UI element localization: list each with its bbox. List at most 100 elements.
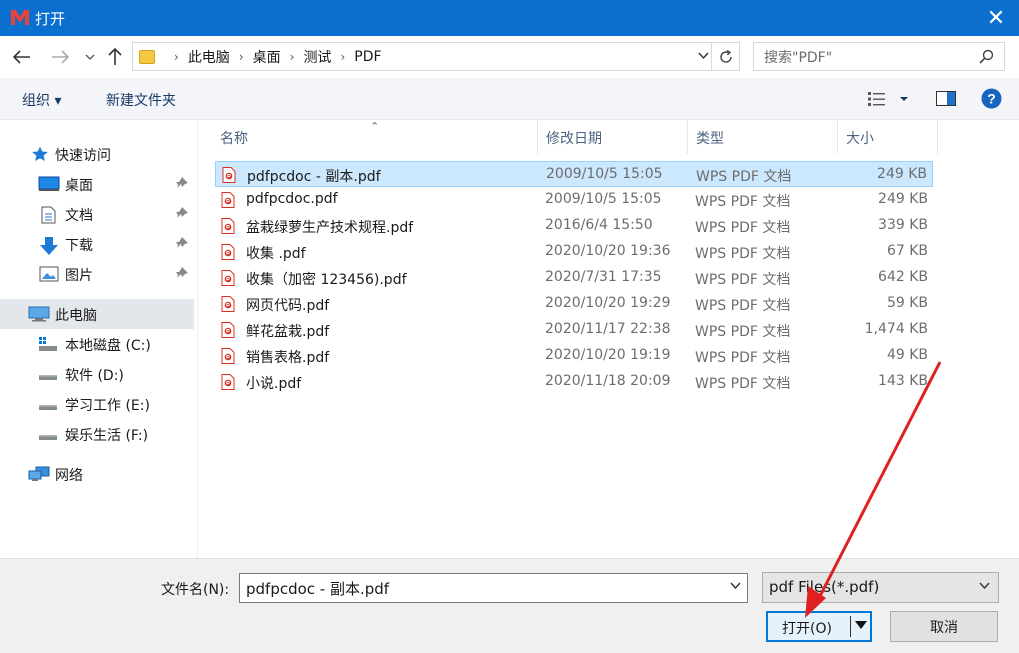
table-row[interactable]: 小说.pdf 2020/11/18 20:09 WPS PDF 文档 143 K… (215, 369, 933, 395)
sidebar-item-drive-e[interactable]: 学习工作 (E:) (0, 389, 194, 419)
recent-locations-button[interactable] (78, 44, 102, 70)
refresh-icon (719, 49, 732, 63)
pdf-file-icon (221, 244, 235, 260)
new-folder-button[interactable]: 新建文件夹 (106, 90, 176, 110)
table-row[interactable]: pdfpcdoc - 副本.pdf 2009/10/5 15:05 WPS PD… (215, 161, 933, 187)
pin-icon[interactable] (175, 206, 189, 220)
chevron-down-icon[interactable] (730, 578, 741, 593)
file-date: 2009/10/5 15:05 (545, 191, 662, 207)
file-date: 2009/10/5 15:05 (546, 166, 663, 182)
command-toolbar: 组织 ▾ 新建文件夹 ? (0, 78, 1019, 120)
help-icon: ? (981, 88, 1002, 109)
table-row[interactable]: 鲜花盆栽.pdf 2020/11/17 22:38 WPS PDF 文档 1,4… (215, 317, 933, 343)
column-divider[interactable] (937, 120, 938, 154)
sidebar-item-label: 下载 (65, 238, 93, 254)
table-row[interactable]: 收集（加密 123456).pdf 2020/7/31 17:35 WPS PD… (215, 265, 933, 291)
breadcrumb-separator-icon: › (174, 49, 179, 64)
sidebar-item-desktop[interactable]: 桌面 (0, 169, 194, 199)
file-size: 249 KB (878, 191, 928, 207)
breadcrumb-desktop[interactable]: 桌面 (253, 47, 281, 67)
file-type: WPS PDF 文档 (695, 298, 791, 314)
file-date: 2020/10/20 19:19 (545, 347, 671, 363)
open-options-dropdown-icon[interactable] (855, 618, 867, 632)
table-row[interactable]: 网页代码.pdf 2020/10/20 19:29 WPS PDF 文档 59 … (215, 291, 933, 317)
file-size: 642 KB (878, 269, 928, 285)
organize-button[interactable]: 组织 ▾ (22, 90, 61, 110)
file-date: 2020/10/20 19:36 (545, 243, 671, 259)
filename-field[interactable]: pdfpcdoc - 副本.pdf (239, 573, 748, 603)
navigation-pane: 快速访问 桌面 文档 下载 图片 此电脑 本地磁盘 (C:) 软件 (D:) 学… (0, 120, 198, 558)
wps-logo-icon (11, 10, 29, 25)
drive-icon (39, 435, 57, 440)
sidebar-item-drive-f[interactable]: 娱乐生活 (F:) (0, 419, 194, 449)
view-options-button[interactable] (866, 90, 912, 112)
search-input[interactable]: 搜索"PDF" (753, 42, 1005, 71)
file-type: WPS PDF 文档 (695, 194, 791, 210)
pin-icon[interactable] (175, 236, 189, 250)
sidebar-item-quick-access[interactable]: 快速访问 (0, 139, 194, 169)
star-icon (32, 146, 48, 161)
column-name[interactable]: 名称 (220, 128, 248, 148)
column-divider[interactable] (687, 120, 688, 154)
column-date[interactable]: 修改日期 (546, 128, 602, 148)
sidebar-item-downloads[interactable]: 下载 (0, 229, 194, 259)
close-button[interactable]: ✕ (973, 0, 1019, 36)
sidebar-item-label: 此电脑 (55, 308, 97, 324)
forward-button[interactable] (48, 44, 72, 70)
table-row[interactable]: 收集 .pdf 2020/10/20 19:36 WPS PDF 文档 67 K… (215, 239, 933, 265)
preview-pane-button[interactable] (936, 91, 956, 110)
sidebar-item-label: 学习工作 (E:) (65, 398, 150, 414)
help-button[interactable]: ? (981, 88, 1002, 113)
breadcrumb-separator-icon: › (289, 49, 295, 64)
table-row[interactable]: pdfpcdoc.pdf 2009/10/5 15:05 WPS PDF 文档 … (215, 187, 933, 213)
column-divider[interactable] (837, 120, 838, 154)
pin-icon[interactable] (175, 176, 189, 190)
up-button[interactable] (103, 44, 127, 70)
file-name: 收集 .pdf (246, 246, 306, 262)
column-type[interactable]: 类型 (696, 128, 724, 148)
filename-value: pdfpcdoc - 副本.pdf (246, 580, 390, 598)
sidebar-item-this-pc[interactable]: 此电脑 (0, 299, 194, 329)
system-drive-icon (39, 337, 57, 351)
filetype-select[interactable]: pdf Files(*.pdf) (762, 572, 999, 603)
back-button[interactable] (10, 44, 34, 70)
file-size: 249 KB (877, 166, 927, 182)
column-header: ⌃ 名称 修改日期 类型 大小 (198, 120, 1019, 154)
refresh-button[interactable] (711, 43, 739, 70)
filetype-value: pdf Files(*.pdf) (769, 578, 880, 596)
address-field[interactable]: › 此电脑 › 桌面 › 测试 › PDF (132, 42, 740, 71)
open-button[interactable]: 打开(O) (766, 611, 872, 642)
breadcrumb-pdf[interactable]: PDF (354, 49, 381, 65)
file-list-pane: ⌃ 名称 修改日期 类型 大小 pdfpcdoc - 副本.pdf 2009/1… (198, 120, 1019, 558)
sidebar-item-network[interactable]: 网络 (0, 459, 194, 489)
window-title: 打开 (35, 10, 66, 28)
table-row[interactable]: 销售表格.pdf 2020/10/20 19:19 WPS PDF 文档 49 … (215, 343, 933, 369)
sidebar-item-drive-d[interactable]: 软件 (D:) (0, 359, 194, 389)
search-placeholder: 搜索"PDF" (764, 49, 833, 66)
sidebar-item-label: 软件 (D:) (65, 368, 124, 384)
chevron-down-icon (85, 54, 95, 60)
pin-icon[interactable] (175, 266, 189, 280)
file-size: 59 KB (886, 295, 928, 311)
pdf-file-icon (221, 322, 235, 338)
svg-text:?: ? (987, 91, 996, 107)
breadcrumb-separator-icon: › (340, 49, 346, 64)
breadcrumb-this-pc[interactable]: 此电脑 (188, 47, 230, 67)
pictures-icon (39, 266, 59, 282)
table-row[interactable]: 盆栽绿萝生产技术规程.pdf 2016/6/4 15:50 WPS PDF 文档… (215, 213, 933, 239)
sidebar-item-drive-c[interactable]: 本地磁盘 (C:) (0, 329, 194, 359)
column-size[interactable]: 大小 (846, 128, 874, 148)
computer-icon (28, 306, 50, 322)
column-divider[interactable] (537, 120, 538, 154)
address-dropdown-icon[interactable] (698, 48, 709, 62)
file-type: WPS PDF 文档 (695, 220, 791, 236)
sidebar-item-documents[interactable]: 文档 (0, 199, 194, 229)
cancel-button[interactable]: 取消 (890, 611, 998, 642)
breadcrumb-separator-icon: › (238, 49, 244, 64)
file-type: WPS PDF 文档 (695, 324, 791, 340)
network-icon (28, 466, 50, 481)
breadcrumb-test[interactable]: 测试 (303, 47, 331, 67)
file-name: pdfpcdoc - 副本.pdf (247, 169, 381, 185)
chevron-down-icon (979, 578, 990, 593)
sidebar-item-pictures[interactable]: 图片 (0, 259, 194, 289)
